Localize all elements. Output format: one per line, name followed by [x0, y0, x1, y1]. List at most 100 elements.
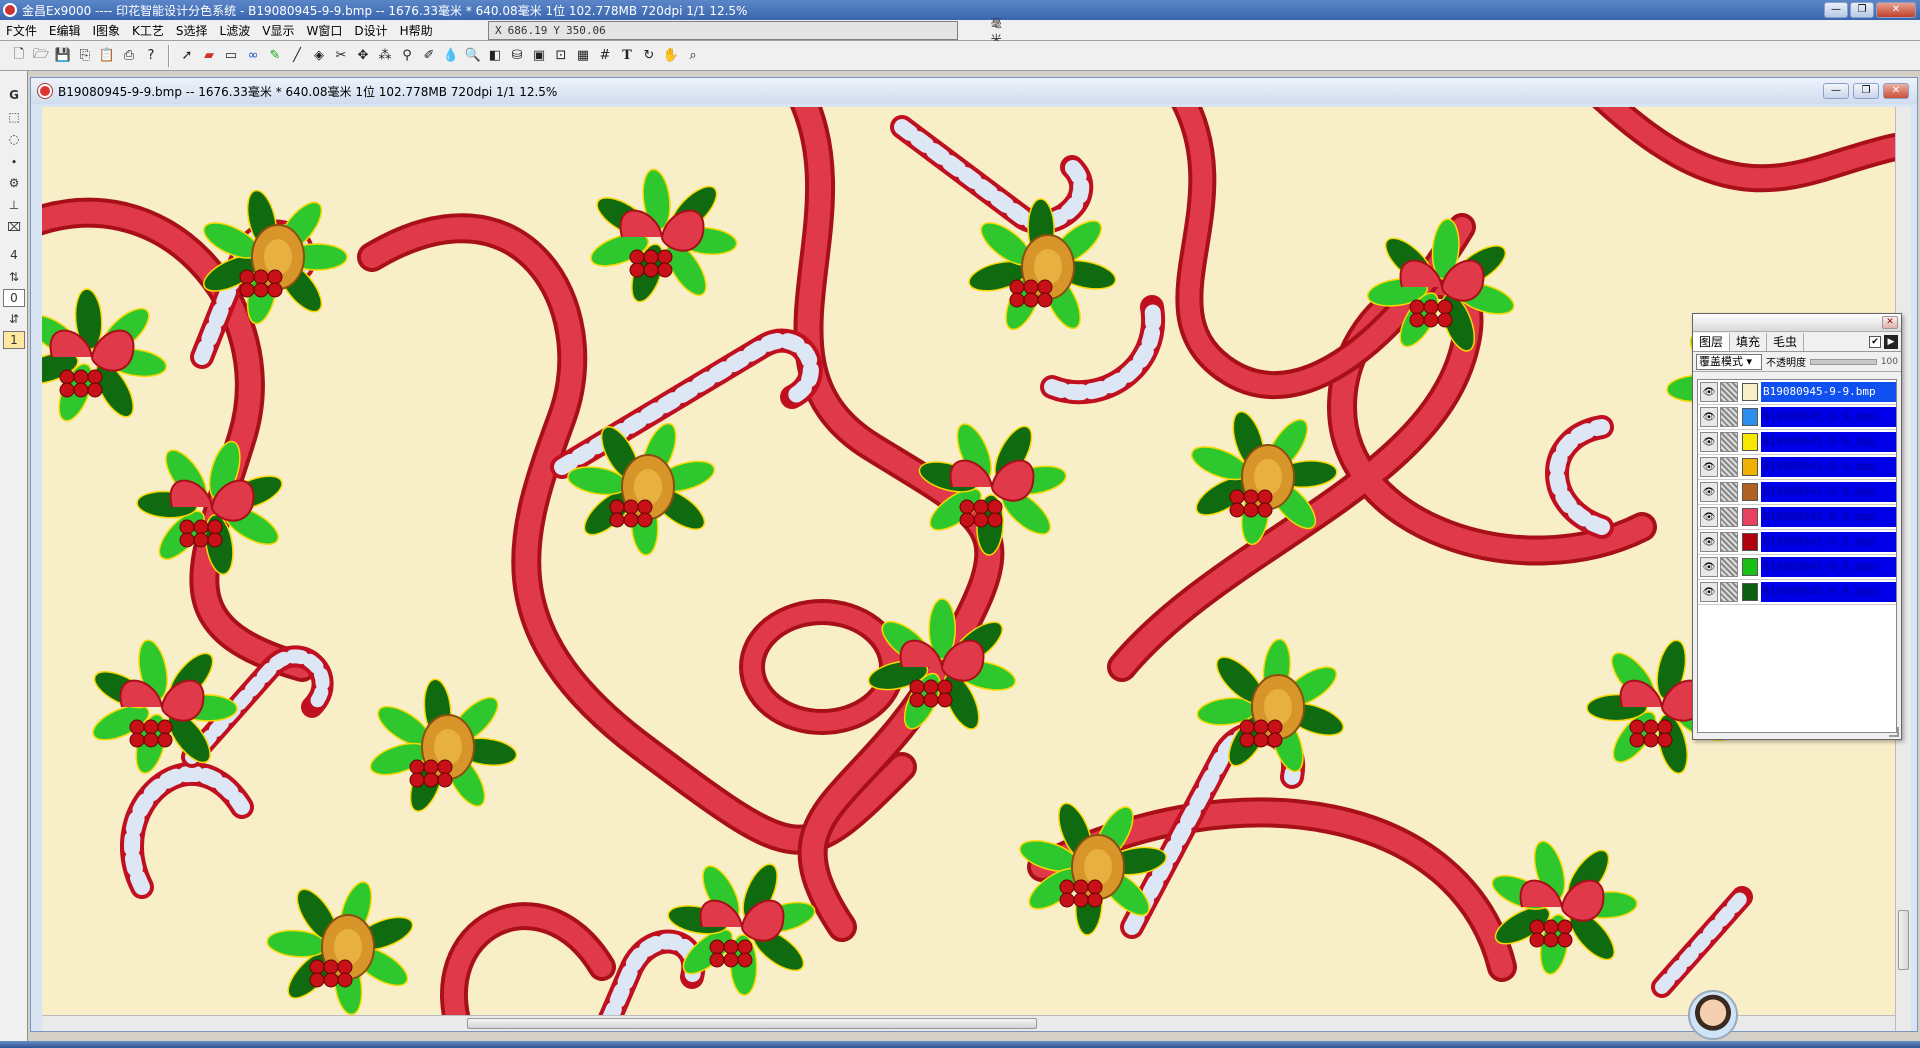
layer-row[interactable]: 👁 B19080945-9-9.bmp — [1698, 455, 1896, 480]
magnifier-icon[interactable]: 🔍 — [462, 45, 484, 67]
doc-close-button[interactable]: ✕ — [1883, 83, 1909, 99]
layer-mask-icon[interactable] — [1720, 432, 1738, 452]
layer-color-swatch[interactable] — [1742, 483, 1758, 501]
menu-window[interactable]: W窗口 — [300, 22, 348, 39]
tab-caterpillar[interactable]: 毛虫 — [1767, 332, 1805, 351]
close-button[interactable]: ✕ — [1876, 2, 1916, 18]
layer-color-swatch[interactable] — [1742, 433, 1758, 451]
menu-edit[interactable]: E编辑 — [43, 22, 87, 39]
rotate-icon[interactable]: ↻ — [638, 45, 660, 67]
layers-panel-titlebar[interactable]: ✕ — [1693, 314, 1901, 332]
menu-select[interactable]: S选择 — [170, 22, 214, 39]
tab-layers[interactable]: 图层 — [1693, 332, 1731, 351]
pattern-icon[interactable]: ▦ — [572, 45, 594, 67]
avatar[interactable] — [1688, 990, 1738, 1040]
grid-icon[interactable]: # — [594, 45, 616, 67]
layer-color-swatch[interactable] — [1742, 558, 1758, 576]
hand-icon[interactable]: ✋ — [660, 45, 682, 67]
layer-mask-icon[interactable] — [1720, 532, 1738, 552]
layer-mask-icon[interactable] — [1720, 407, 1738, 427]
tab-fill[interactable]: 填充 — [1730, 332, 1768, 351]
binoculars-icon[interactable]: ∞ — [242, 45, 264, 67]
layer-mask-icon[interactable] — [1720, 457, 1738, 477]
blend-mode-select[interactable]: 覆盖模式 ▾ — [1696, 353, 1762, 370]
layer-row[interactable]: 👁 B19080945-9-9.bmp — [1698, 405, 1896, 430]
one-box[interactable]: 1 — [3, 331, 25, 349]
new-file-icon[interactable]: 🗋 — [8, 45, 30, 67]
layer-row[interactable]: 👁 B19080945-9-9.bmp — [1698, 530, 1896, 555]
layer-color-swatch[interactable] — [1742, 508, 1758, 526]
eye-icon[interactable]: 👁 — [1700, 407, 1718, 427]
zoom-icon[interactable]: ⌕ — [682, 45, 704, 67]
crop-icon[interactable]: ⌧ — [3, 217, 25, 237]
text-icon[interactable]: T — [616, 45, 638, 67]
layer-row[interactable]: 👁 B19080945-9-9.bmp — [1698, 580, 1896, 605]
menu-image[interactable]: I图象 — [87, 22, 127, 39]
move-icon[interactable]: ✥ — [352, 45, 374, 67]
layers-panel-close-button[interactable]: ✕ — [1882, 316, 1898, 329]
doc-minimize-button[interactable]: — — [1823, 83, 1849, 99]
eye-icon[interactable]: 👁 — [1700, 582, 1718, 602]
frame-icon[interactable]: ▣ — [528, 45, 550, 67]
eye-icon[interactable]: 👁 — [1700, 432, 1718, 452]
copy-icon[interactable]: ⎘ — [74, 45, 96, 67]
brush-icon[interactable]: ✐ — [418, 45, 440, 67]
picture-icon[interactable]: ⊡ — [550, 45, 572, 67]
menu-help[interactable]: H帮助 — [394, 22, 439, 39]
water-drop-icon[interactable]: 💧 — [440, 45, 462, 67]
resize-grip-icon[interactable] — [1889, 727, 1899, 737]
layers-checkbox[interactable]: ✔ — [1869, 335, 1881, 348]
spin-arrows-icon[interactable]: ⇅ — [3, 267, 25, 287]
eye-icon[interactable]: 👁 — [1700, 382, 1718, 402]
menu-view[interactable]: V显示 — [256, 22, 300, 39]
eye-icon[interactable]: 👁 — [1700, 457, 1718, 477]
layer-mask-icon[interactable] — [1720, 582, 1738, 602]
maximize-button[interactable]: ❐ — [1850, 2, 1874, 18]
gradient-icon[interactable]: ◧ — [484, 45, 506, 67]
menu-file[interactable]: F文件 — [0, 22, 43, 39]
eraser-icon[interactable]: ▰ — [198, 45, 220, 67]
layer-row[interactable]: 👁 B19080945-9-9.bmp — [1698, 430, 1896, 455]
lasso-icon[interactable]: ◌ — [3, 129, 25, 149]
line-icon[interactable]: ╱ — [286, 45, 308, 67]
layer-mask-icon[interactable] — [1720, 382, 1738, 402]
minimize-button[interactable]: — — [1824, 2, 1848, 18]
layer-row[interactable]: 👁 B19080945-9-9.bmp — [1698, 555, 1896, 580]
horizontal-scrollbar[interactable] — [42, 1015, 1895, 1031]
eye-icon[interactable]: 👁 — [1700, 557, 1718, 577]
menu-process[interactable]: K工艺 — [126, 22, 170, 39]
stepper-icon[interactable]: ⇵ — [3, 309, 25, 329]
eyedropper-icon[interactable]: ⚲ — [396, 45, 418, 67]
image-canvas[interactable] — [42, 107, 1895, 1015]
spray-icon[interactable]: ⁂ — [374, 45, 396, 67]
layer-color-swatch[interactable] — [1742, 533, 1758, 551]
layer-mask-icon[interactable] — [1720, 557, 1738, 577]
zero-box[interactable]: 0 — [3, 289, 25, 307]
menu-filter[interactable]: L滤波 — [214, 22, 257, 39]
paste-icon[interactable]: 📋 — [96, 45, 118, 67]
save-icon[interactable]: 💾 — [52, 45, 74, 67]
layer-row[interactable]: 👁 B19080945-9-9.bmp — [1698, 380, 1896, 405]
fill-icon[interactable]: ◈ — [308, 45, 330, 67]
doc-maximize-button[interactable]: ❐ — [1853, 83, 1879, 99]
layer-row[interactable]: 👁 B19080945-9-9.bmp — [1698, 505, 1896, 530]
g-label[interactable]: G — [3, 85, 25, 105]
wand-icon[interactable]: ⬩ — [3, 151, 25, 171]
eye-icon[interactable]: 👁 — [1700, 482, 1718, 502]
layer-color-swatch[interactable] — [1742, 408, 1758, 426]
marquee-icon[interactable]: ⬚ — [3, 107, 25, 127]
layer-mask-icon[interactable] — [1720, 482, 1738, 502]
rectangle-icon[interactable]: ▭ — [220, 45, 242, 67]
menu-design[interactable]: D设计 — [348, 22, 393, 39]
eye-icon[interactable]: 👁 — [1700, 532, 1718, 552]
panel-menu-arrow-icon[interactable]: ▶ — [1884, 334, 1898, 349]
vertical-scroll-thumb[interactable] — [1898, 910, 1909, 970]
gear-icon[interactable]: ⚙ — [3, 173, 25, 193]
stamp-icon[interactable]: ⛁ — [506, 45, 528, 67]
anchor-icon[interactable]: ⊥ — [3, 195, 25, 215]
layer-color-swatch[interactable] — [1742, 383, 1758, 401]
layer-color-swatch[interactable] — [1742, 458, 1758, 476]
print-icon[interactable]: ⎙ — [118, 45, 140, 67]
eye-icon[interactable]: 👁 — [1700, 507, 1718, 527]
pen-icon[interactable]: ✎ — [264, 45, 286, 67]
